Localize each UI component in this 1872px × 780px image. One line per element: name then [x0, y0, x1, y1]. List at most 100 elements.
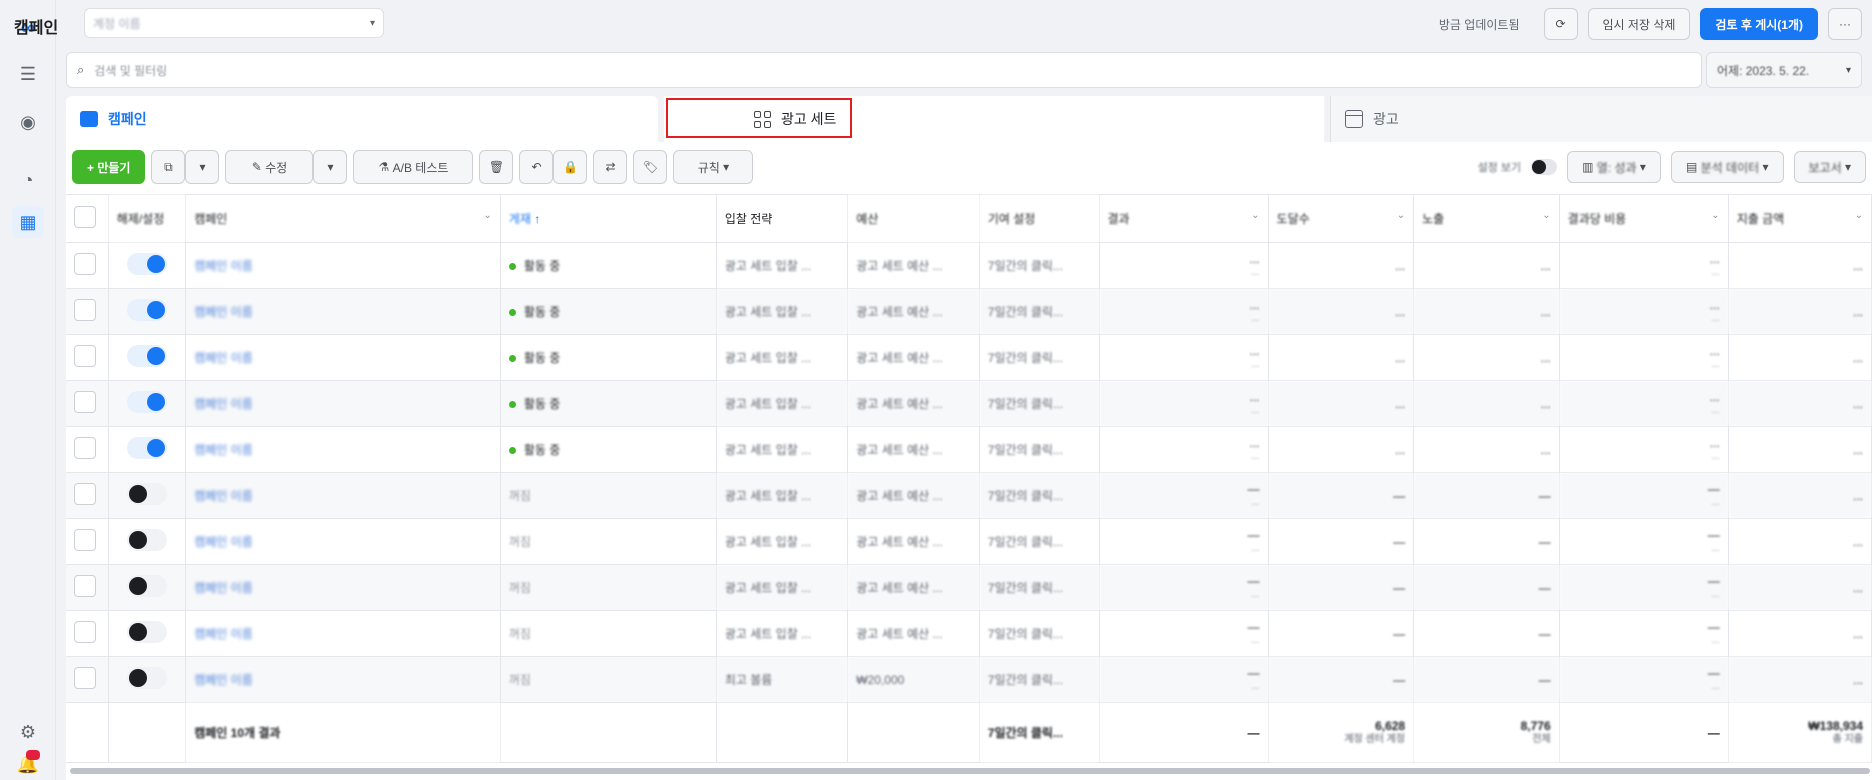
lock-button[interactable]: 🔒 [553, 150, 588, 184]
reports-button[interactable]: 보고서 ▾ [1793, 151, 1866, 183]
settings-gear-icon[interactable]: ⚙ [12, 716, 44, 748]
undo-button[interactable]: ↶ [519, 150, 554, 184]
campaigns-grid-icon[interactable]: ▦ [12, 206, 44, 238]
campaign-name-link[interactable]: 캠페인 이름 [185, 242, 501, 289]
campaign-name-link[interactable]: 캠페인 이름 [185, 564, 501, 611]
campaign-name-link[interactable]: 캠페인 이름 [185, 472, 501, 519]
campaign-name-link[interactable]: 캠페인 이름 [185, 656, 501, 703]
table-row[interactable]: 캠페인 이름 활동 중 광고 세트 입찰 ... 광고 세트 예산 ... 7일간의 클… [66, 334, 1872, 381]
col-campaign[interactable]: 캠페인 ⌄ [185, 194, 501, 243]
table-row[interactable]: 캠페인 이름 활동 중 광고 세트 입찰 ... 광고 세트 예산 ... 7일간의 클… [66, 288, 1872, 335]
row-checkbox[interactable] [66, 472, 109, 519]
refresh-button[interactable]: ⟳ [1543, 8, 1578, 40]
campaign-toggle[interactable] [108, 610, 187, 657]
account-avatar-icon[interactable]: ◉ [12, 106, 44, 138]
row-checkbox[interactable] [66, 288, 109, 335]
tab-ads[interactable]: 광고 [1330, 96, 1872, 142]
table-row[interactable]: 캠페인 이름 꺼짐 광고 세트 입찰 ... 광고 세트 예산 ... 7일간의 클릭.… [66, 518, 1872, 565]
more-options-button[interactable]: ··· [1828, 8, 1862, 40]
row-checkbox[interactable] [66, 518, 109, 565]
search-input[interactable]: ⌕ 검색 및 필터링 [66, 52, 1702, 88]
campaign-name-link[interactable]: 캠페인 이름 [185, 518, 501, 565]
campaign-toggle[interactable] [108, 380, 187, 427]
campaign-name-link[interactable]: 캠페인 이름 [185, 288, 501, 335]
footer-reach-value: 6,628 [1375, 718, 1406, 733]
duplicate-dropdown-button[interactable]: ▾ [185, 150, 220, 184]
preview-button[interactable]: ⇄ [593, 150, 628, 184]
campaign-toggle[interactable] [108, 288, 187, 335]
impressions-cell: ... [1413, 334, 1560, 381]
row-checkbox[interactable] [66, 656, 109, 703]
tab-ads-label: 광고 [1373, 111, 1399, 127]
sort-icon: ⌄ [1542, 210, 1551, 221]
campaign-toggle[interactable] [108, 656, 187, 703]
campaign-toggle[interactable] [108, 426, 187, 473]
rules-button[interactable]: 규칙 ▾ [673, 150, 754, 184]
col-budget[interactable]: 예산 [847, 194, 980, 243]
footer-spend-sub: 총 지출 [1832, 733, 1863, 745]
campaign-toggle[interactable] [108, 242, 187, 289]
amount-spent-cell: ... [1728, 564, 1872, 611]
footer-attribution: 7일간의 클릭... [979, 702, 1100, 763]
campaign-name-link[interactable]: 캠페인 이름 [185, 426, 501, 473]
col-toggle[interactable]: 해제/설정 [108, 194, 187, 243]
view-settings-toggle[interactable] [1531, 159, 1558, 175]
footer-reach-sub: 계정 센터 계정 [1344, 733, 1406, 745]
ab-test-button[interactable]: ⚗ A/B 테스트 [353, 150, 474, 184]
edit-dropdown-button[interactable]: ▾ [313, 150, 348, 184]
campaign-name-link[interactable]: 캠페인 이름 [185, 610, 501, 657]
row-checkbox[interactable] [66, 242, 109, 289]
date-range-picker[interactable]: 어제: 2023. 5. 22. ▾ [1706, 52, 1862, 88]
col-amount-spent[interactable]: 지출 금액 ⌄ [1728, 194, 1872, 243]
col-reach[interactable]: 도달수 ⌄ [1268, 194, 1415, 243]
campaign-toggle[interactable] [108, 564, 187, 611]
col-impressions[interactable]: 노출 ⌄ [1413, 194, 1560, 243]
tag-button[interactable]: 🏷 [633, 150, 668, 184]
table-row[interactable]: 캠페인 이름 꺼짐 광고 세트 입찰 ... 광고 세트 예산 ... 7일간의 클릭.… [66, 472, 1872, 519]
table-row[interactable]: 캠페인 이름 꺼짐 광고 세트 입찰 ... 광고 세트 예산 ... 7일간의 클릭.… [66, 610, 1872, 657]
impressions-cell: ... [1413, 242, 1560, 289]
duplicate-button[interactable]: ⧉ [151, 150, 186, 184]
col-cost-per-result[interactable]: 결과당 비용 ⌄ [1559, 194, 1729, 243]
account-selector[interactable]: 계정 이름 ▾ [84, 8, 384, 38]
campaign-toggle[interactable] [108, 518, 187, 565]
table-row[interactable]: 캠페인 이름 활동 중 광고 세트 입찰 ... 광고 세트 예산 ... 7일간의 클… [66, 242, 1872, 289]
budget-cell: 광고 세트 예산 ... [847, 472, 980, 519]
campaign-name-link[interactable]: 캠페인 이름 [185, 380, 501, 427]
row-checkbox[interactable] [66, 334, 109, 381]
table-row[interactable]: 캠페인 이름 활동 중 광고 세트 입찰 ... 광고 세트 예산 ... 7일간의 클… [66, 380, 1872, 427]
budget-cell: 광고 세트 예산 ... [847, 334, 980, 381]
create-button[interactable]: + 만들기 [72, 150, 146, 184]
row-checkbox[interactable] [66, 564, 109, 611]
col-results[interactable]: 결과 ⌄ [1099, 194, 1269, 243]
footer-impressions: 8,776 전체 [1413, 702, 1560, 763]
ad-sets-grid-icon [754, 110, 771, 128]
row-checkbox[interactable] [66, 380, 109, 427]
delete-button[interactable]: 🗑 [479, 150, 514, 184]
tab-campaigns[interactable]: 캠페인 [66, 96, 658, 142]
delivery-status: 꺼짐 [500, 656, 717, 703]
review-publish-button[interactable]: 검토 후 게시(1개) [1700, 8, 1818, 40]
menu-icon[interactable]: ☰ [12, 58, 44, 90]
discard-draft-button[interactable]: 임시 저장 삭제 [1587, 8, 1691, 40]
table-row[interactable]: 캠페인 이름 활동 중 광고 세트 입찰 ... 광고 세트 예산 ... 7일간의 클… [66, 426, 1872, 473]
col-attribution[interactable]: 기여 설정 [979, 194, 1100, 243]
col-delivery[interactable]: 게재 ↑ [500, 194, 717, 243]
campaign-name-link[interactable]: 캠페인 이름 [185, 334, 501, 381]
notifications-bell-icon[interactable]: 🔔 [12, 748, 44, 780]
table-row[interactable]: 캠페인 이름 꺼짐 광고 세트 입찰 ... 광고 세트 예산 ... 7일간의 클릭.… [66, 564, 1872, 611]
scrollbar-thumb[interactable] [70, 768, 1870, 774]
campaign-toggle[interactable] [108, 334, 187, 381]
edit-button[interactable]: ✎ 수정 [225, 150, 314, 184]
columns-button[interactable]: ▥ 열: 성과 ▾ [1567, 151, 1661, 183]
breakdown-button[interactable]: ▤ 분석 데이터 ▾ [1670, 151, 1784, 183]
speedometer-icon[interactable]: ◔ [12, 164, 44, 196]
tab-ad-sets[interactable]: 광고 세트 [664, 96, 1324, 142]
col-bid-strategy[interactable]: 입찰 전략 [716, 194, 849, 243]
table-row[interactable]: 캠페인 이름 꺼짐 최고 볼륨 ₩20,000 7일간의 클릭... —... — — —...… [66, 656, 1872, 703]
horizontal-scrollbar[interactable] [66, 768, 1872, 774]
select-all-checkbox[interactable] [66, 194, 109, 243]
row-checkbox[interactable] [66, 426, 109, 473]
campaign-toggle[interactable] [108, 472, 187, 519]
row-checkbox[interactable] [66, 610, 109, 657]
